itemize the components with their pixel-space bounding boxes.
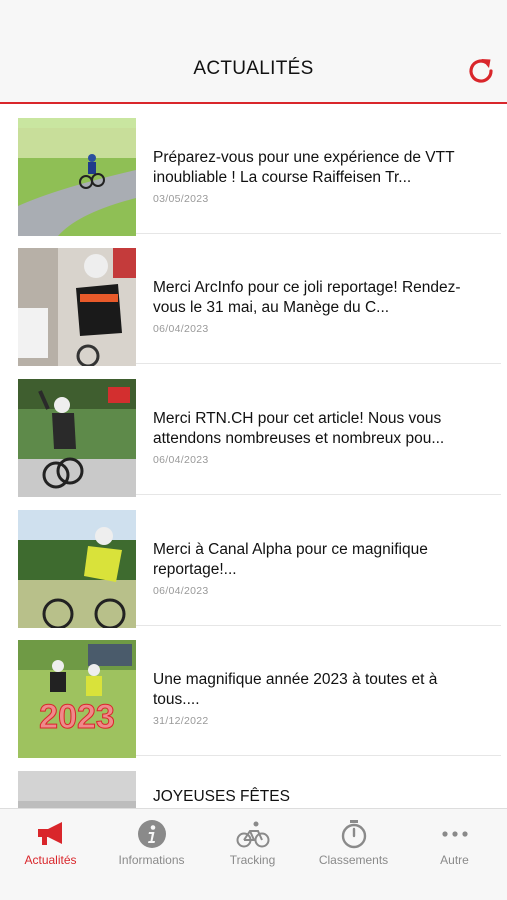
tab-label: Tracking	[229, 853, 276, 867]
news-title: Une magnifique année 2023 à toutes et à …	[153, 671, 438, 708]
tab-autre[interactable]: Autre	[404, 809, 505, 900]
news-thumbnail	[18, 248, 136, 366]
news-title: Merci RTN.CH pour cet article! Nous vous…	[153, 410, 445, 447]
news-item[interactable]: Merci ArcInfo pour ce joli reportage! Re…	[18, 234, 501, 366]
news-date: 06/04/2023	[153, 323, 209, 335]
tab-informations[interactable]: Informations	[101, 809, 202, 900]
news-item[interactable]: Merci RTN.CH pour cet article! Nous vous…	[18, 365, 501, 497]
news-item[interactable]: 2023 Une magnifique année 2023 à toutes …	[18, 626, 501, 758]
news-date: 31/12/2022	[153, 715, 209, 727]
news-title: Préparez-vous pour une expérience de VTT…	[153, 149, 455, 186]
bicycle-icon	[236, 821, 269, 848]
refresh-icon[interactable]	[464, 54, 498, 88]
tab-actualites[interactable]: Actualités	[0, 809, 101, 900]
news-thumbnail	[18, 379, 136, 497]
more-icon	[441, 831, 468, 837]
tab-classements[interactable]: Classements	[303, 809, 404, 900]
news-thumbnail: 2023	[18, 640, 136, 758]
news-thumbnail	[18, 510, 136, 628]
tab-tracking[interactable]: Tracking	[202, 809, 303, 900]
news-thumbnail	[18, 771, 136, 808]
news-thumbnail	[18, 118, 136, 236]
news-date: 03/05/2023	[153, 193, 209, 205]
tab-label: Informations	[118, 853, 185, 867]
tab-bar: Actualités Informations Tracking Classem…	[0, 808, 507, 900]
app-header: ACTUALITÉS	[0, 0, 507, 104]
news-title: Merci ArcInfo pour ce joli reportage! Re…	[153, 279, 461, 316]
news-item[interactable]: Merci à Canal Alpha pour ce magnifique r…	[18, 496, 501, 628]
tab-label: Classements	[318, 853, 389, 867]
news-date: 06/04/2023	[153, 585, 209, 597]
news-title: Merci à Canal Alpha pour ce magnifique r…	[153, 541, 428, 578]
tab-label: Actualités	[24, 853, 77, 867]
news-date: 06/04/2023	[153, 454, 209, 466]
news-item[interactable]: JOYEUSES FÊTES	[18, 757, 501, 808]
page-title: ACTUALITÉS	[193, 58, 314, 79]
info-icon	[137, 820, 166, 848]
stopwatch-icon	[341, 820, 366, 849]
tab-label: Autre	[440, 853, 469, 867]
thumbnail-year-text: 2023	[39, 698, 115, 736]
news-title: JOYEUSES FÊTES	[153, 788, 290, 805]
news-item[interactable]: Préparez-vous pour une expérience de VTT…	[18, 104, 501, 236]
news-list[interactable]: Préparez-vous pour une expérience de VTT…	[0, 104, 507, 808]
megaphone-icon	[37, 822, 62, 845]
